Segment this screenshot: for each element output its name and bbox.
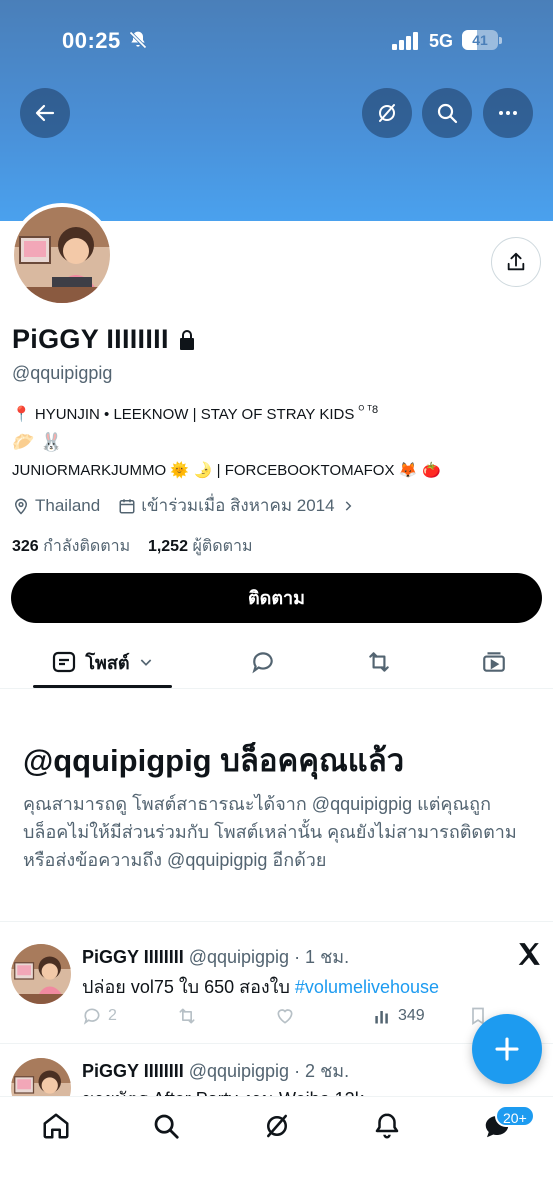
follow-counts: 326 กำลังติดตาม 1,252 ผู้ติดตาม [12,534,253,559]
status-time: 00:25 [62,28,121,53]
battery-icon: 41 [462,30,502,52]
tweet-2[interactable]: PiGGY IIIIIIII @qquipigpig · 2 ชม. ขายบั… [0,1044,553,1096]
reply-icon [83,1008,100,1025]
followers-link[interactable]: 1,252 ผู้ติดตาม [148,538,253,555]
bio-text-3a: JUNIORMARKJUMMO [12,462,167,479]
profile-avatar[interactable] [10,203,114,307]
bio-text-3b: | FORCEBOOKTOMAFOX [216,462,395,479]
location-icon [14,498,28,515]
tweet-avatar[interactable] [11,1058,71,1096]
bio-sup: ᴼ ᵀ8 [358,404,379,416]
tab-replies[interactable] [240,637,286,687]
bell-icon [375,1113,399,1139]
bio-line-3: JUNIORMARKJUMMO 🌞 🌛 | FORCEBOOKTOMAFOX 🦊… [12,461,441,479]
calendar-icon [119,498,135,513]
reply-button[interactable]: 2 [82,1006,117,1026]
bio-emoji-2: 🥟 🐰 [12,432,63,453]
share-icon [507,252,525,271]
location-text: Thailand [35,495,101,515]
more-horizontal-icon [499,111,517,115]
tweet-text: ปล่อย vol75 ใบ 650 สองใบ #volumelivehous… [82,972,439,1001]
blocked-title: @qquipigpig บล็อคคุณแล้ว [23,743,405,778]
repost-icon [179,1008,195,1024]
share-button[interactable] [491,237,541,287]
messages-badge: 20+ [495,1105,535,1127]
posts-icon [53,651,76,673]
reply-icon [252,652,273,674]
repost-button[interactable] [177,1006,197,1026]
tweet-body: ขายบัตร After Party งาน Weibo 12k [82,1084,364,1096]
nav-notifications[interactable] [372,1111,402,1141]
following-link[interactable]: 326 กำลังติดตาม [12,538,130,555]
bio-emoji-3b: 🦊 🍅 [398,461,441,479]
back-button[interactable] [20,88,70,138]
joined-text[interactable]: เข้าร่วมเมื่อ สิงหาคม 2014 [141,492,334,519]
search-icon [154,1114,179,1139]
reply-count: 2 [108,1007,117,1024]
x-logo-icon [518,943,540,965]
status-bar: 00:25 5G 41 [0,0,553,80]
chevron-right-icon [345,500,351,511]
tweet-header: PiGGY IIIIIIII @qquipigpig · 2 ชม. [82,1056,349,1085]
bell-off-icon [129,31,147,49]
views-button[interactable]: 349 [372,1006,425,1026]
tweet-author[interactable]: PiGGY IIIIIIII [82,1061,184,1081]
bio-emoji-3a: 🌞 🌛 [170,461,213,479]
profile-tabs: โพสต์ [0,637,553,689]
search-button[interactable] [422,88,472,138]
tab-reposts[interactable] [356,637,402,687]
tweet-header: PiGGY IIIIIIII @qquipigpig · 1 ชม. [82,942,349,971]
views-count: 349 [398,1007,425,1024]
views-icon [375,1011,388,1024]
blocked-description: คุณสามารถดู โพสต์สาธารณะได้จาก @qquipigp… [23,794,517,870]
network-type: 5G [429,31,454,51]
tweet-handle-time: @qquipigpig · 1 ชม. [188,947,350,967]
like-button[interactable] [275,1006,295,1026]
tab-media[interactable] [471,637,517,687]
arrow-left-icon [35,104,55,122]
grok-button[interactable] [362,88,412,138]
follow-button[interactable]: ติดตาม [11,573,542,623]
avatar-image [11,944,71,1004]
pin-emoji: 📍 [12,405,31,423]
profile-handle: @qquipigpig [12,363,113,383]
display-name-text: PiGGY IIIIIIII [12,324,169,354]
tweet-1[interactable]: PiGGY IIIIIIII @qquipigpig · 1 ชม. ปล่อย… [0,922,553,1042]
more-button[interactable] [483,88,533,138]
compose-button[interactable] [472,1014,542,1084]
tweet-body: ปล่อย vol75 ใบ 650 สองใบ [82,977,290,997]
grok-icon [267,1114,287,1138]
profile-meta: Thailand เข้าร่วมเมื่อ สิงหาคม 2014 [12,492,360,519]
bottom-nav: 20+ [0,1096,553,1200]
tab-posts[interactable]: โพสต์ [33,637,172,687]
tweet-avatar[interactable] [11,944,71,1004]
bio-line-1: 📍 HYUNJIN • LEEKNOW | STAY OF STRAY KIDS… [12,404,378,423]
tweet-actions: 2 349 [82,1006,502,1030]
nav-home[interactable] [41,1111,71,1141]
search-icon [437,103,458,124]
battery-level: 41 [472,32,488,48]
lock-icon [179,329,194,350]
tab-posts-label: โพสต์ [85,652,130,673]
tweet-author[interactable]: PiGGY IIIIIIII [82,947,184,967]
bio-text-1: HYUNJIN • LEEKNOW | STAY OF STRAY KIDS [34,406,355,423]
signal-icon [392,32,418,50]
tweet-hashtag[interactable]: #volumelivehouse [295,977,439,997]
avatar-image [11,1058,71,1096]
grok-icon [379,104,395,122]
avatar-image [14,207,110,303]
nav-search[interactable] [151,1111,181,1141]
repost-icon [369,652,389,672]
chevron-down-icon [140,659,151,666]
display-name: PiGGY IIIIIIII [12,324,197,355]
tweet-handle-time: @qquipigpig · 2 ชม. [188,1061,350,1081]
bio-line-2: 🥟 🐰 [12,432,63,453]
heart-icon [277,1009,293,1024]
plus-icon [495,1037,519,1061]
active-tab-indicator [33,685,172,688]
video-icon [483,652,505,672]
home-icon [43,1113,69,1139]
nav-grok[interactable] [262,1111,292,1141]
